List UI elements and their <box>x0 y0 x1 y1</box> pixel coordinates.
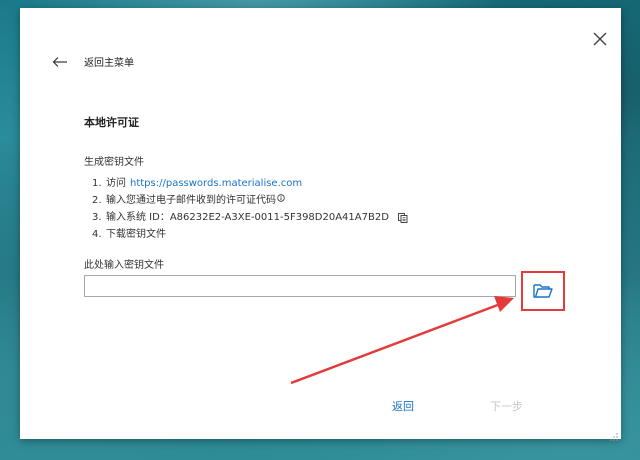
arrow-left-icon <box>52 56 67 67</box>
step-text: 访问 <box>106 178 126 189</box>
next-button[interactable]: 下一步 <box>490 398 523 414</box>
key-file-input[interactable] <box>84 275 516 297</box>
step-text: 输入您通过电子邮件收到的许可证代码 <box>106 195 276 206</box>
step-1: 1. 访问 https://passwords.materialise.com <box>92 175 409 192</box>
close-button[interactable] <box>591 30 609 48</box>
step-number: 2. <box>92 195 102 206</box>
step-number: 4. <box>92 229 102 240</box>
step-number: 1. <box>92 178 102 189</box>
close-icon <box>593 32 607 46</box>
back-to-main-menu[interactable]: 返回主菜单 <box>52 54 134 69</box>
back-to-main-menu-label: 返回主菜单 <box>84 58 134 69</box>
passwords-link[interactable]: https://passwords.materialise.com <box>130 175 302 192</box>
step-text: 下载密钥文件 <box>106 229 166 240</box>
info-icon[interactable] <box>277 192 285 209</box>
browse-folder-button[interactable] <box>521 271 565 311</box>
folder-open-icon <box>533 284 553 298</box>
subsection-title: 生成密钥文件 <box>84 157 144 168</box>
section-title: 本地许可证 <box>84 116 139 129</box>
back-button[interactable]: 返回 <box>392 398 414 414</box>
step-text: 输入系统 ID：A86232E2-A3XE-0011-5F398D20A41A7… <box>106 212 389 223</box>
step-3: 3. 输入系统 ID：A86232E2-A3XE-0011-5F398D20A4… <box>92 209 409 226</box>
steps-list: 1. 访问 https://passwords.materialise.com … <box>92 175 409 243</box>
step-2: 2. 输入您通过电子邮件收到的许可证代码 <box>92 192 409 209</box>
step-4: 4. 下载密钥文件 <box>92 226 409 243</box>
resize-grip-icon[interactable] <box>609 427 619 441</box>
license-dialog: 返回主菜单 本地许可证 生成密钥文件 1. 访问 https://passwor… <box>20 8 621 441</box>
key-file-label: 此处输入密钥文件 <box>84 260 164 271</box>
step-number: 3. <box>92 212 102 223</box>
copy-icon[interactable] <box>397 212 409 224</box>
